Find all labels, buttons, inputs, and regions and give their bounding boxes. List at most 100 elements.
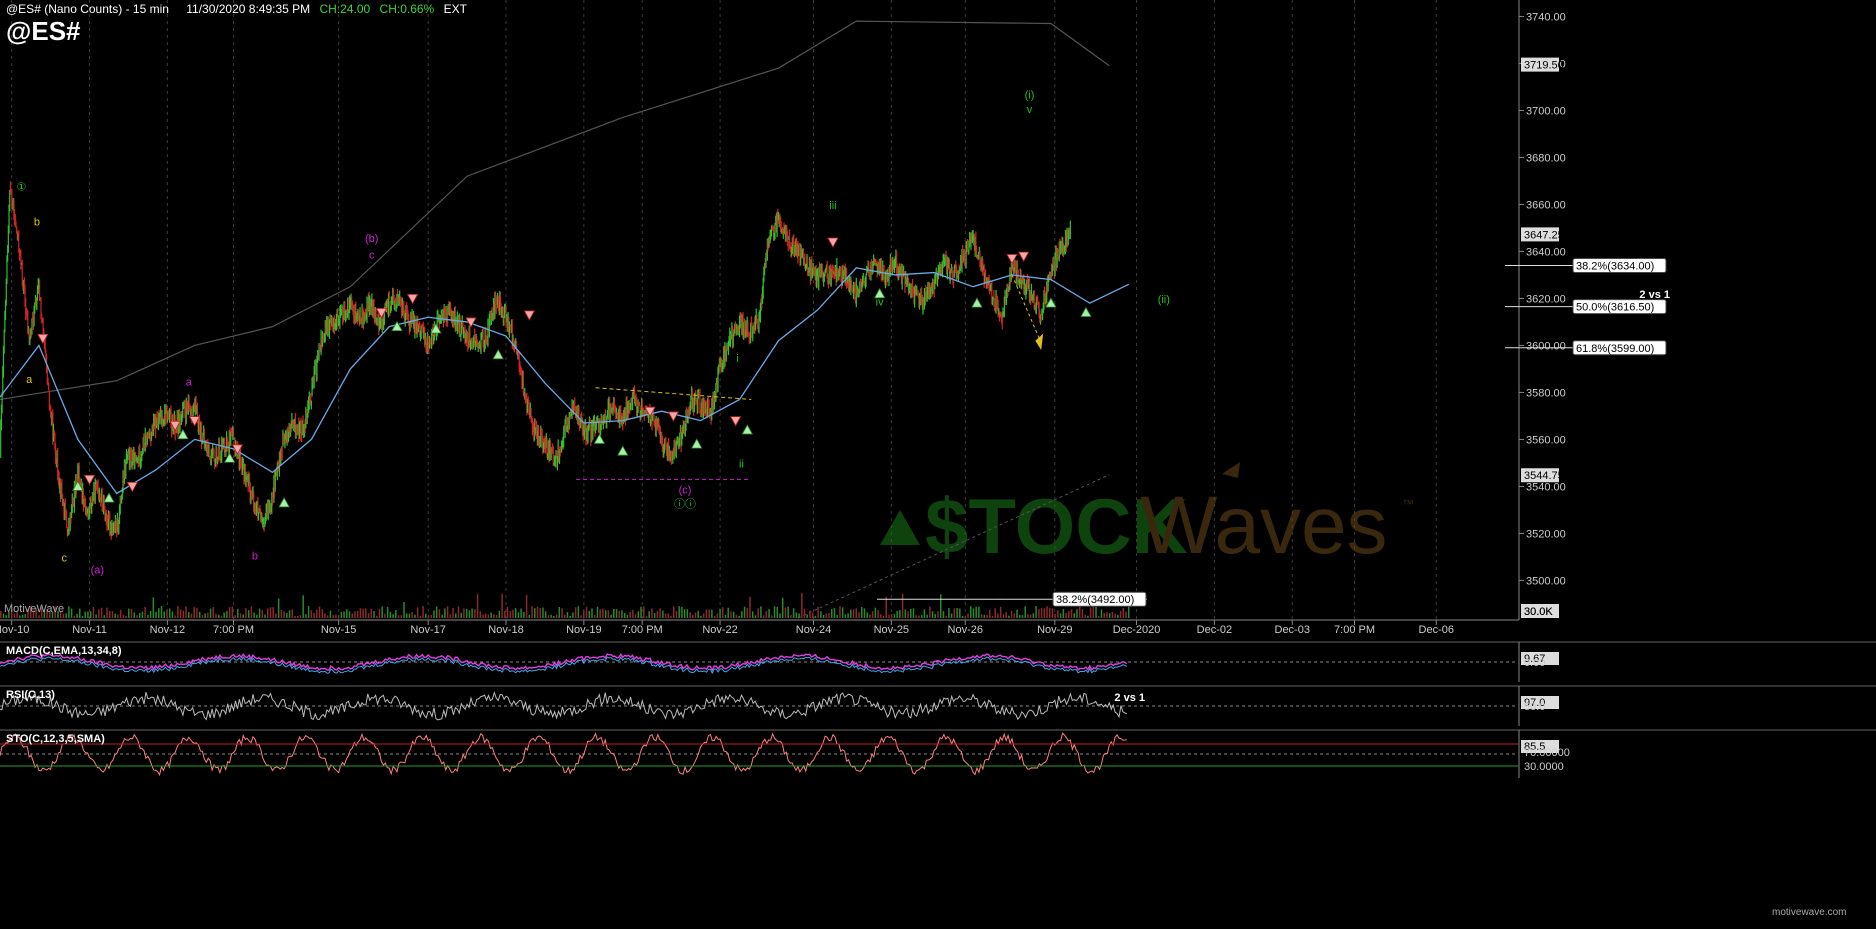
- volume-bar: [108, 611, 111, 618]
- volume-bar: [1111, 611, 1114, 618]
- session-label: EXT: [443, 2, 467, 16]
- change-value: CH:24.00: [319, 2, 371, 16]
- sell-triangle-icon: [83, 474, 96, 486]
- symbol-label: @ES#: [6, 16, 81, 46]
- volume-bar: [471, 608, 473, 618]
- ma-line: [0, 267, 1130, 495]
- volume-bar: [817, 606, 819, 618]
- volume-bar: [602, 608, 604, 618]
- volume-bar: [1043, 608, 1046, 618]
- logo-waves-arrow-icon: [1222, 462, 1240, 478]
- volume-bar: [781, 597, 784, 618]
- volume-bar: [228, 607, 231, 618]
- volume-bar: [1076, 609, 1078, 618]
- price-chart[interactable]: 3500.00 3520.00 3540.00 3560.00 3580.00 3600.…: [0, 0, 1876, 924]
- wave-label: (i): [1025, 90, 1035, 102]
- volume-bar: [351, 613, 353, 618]
- volume-bar: [280, 609, 283, 618]
- volume-bar: [1089, 607, 1092, 618]
- volume-bar: [294, 615, 296, 618]
- volume-bar: [585, 606, 588, 618]
- volume-bar: [506, 606, 509, 618]
- volume-bar: [457, 606, 460, 618]
- volume-bar: [743, 606, 746, 618]
- volume-bar: [885, 596, 887, 618]
- volume-bar: [599, 609, 601, 618]
- volume-bar: [348, 611, 351, 618]
- volume-bar: [773, 606, 776, 618]
- volume-bar: [212, 606, 215, 618]
- volume-bar: [316, 609, 318, 618]
- buy-triangle-icon: [741, 424, 754, 435]
- volume-bar: [656, 611, 659, 618]
- volume-bar: [727, 607, 729, 618]
- volume-bar: [463, 608, 465, 618]
- volume-bar: [959, 608, 961, 618]
- volume-bar: [267, 608, 269, 618]
- volume-bar: [692, 614, 694, 618]
- indicator-axis-label: 30.0000: [1524, 761, 1564, 773]
- volume-bar: [904, 609, 907, 618]
- volume-bar: [455, 613, 457, 618]
- time-tick-label: Nov-10: [0, 624, 29, 636]
- volume-bar: [787, 606, 789, 618]
- volume-bar: [258, 608, 261, 618]
- volume-bar: [555, 614, 558, 618]
- volume-bar: [198, 611, 201, 618]
- volume-bar: [934, 614, 937, 618]
- volume-bar: [953, 608, 956, 618]
- volume-bar: [476, 594, 479, 618]
- volume-bar: [613, 608, 615, 618]
- volume-bar: [569, 615, 571, 618]
- volume-bar: [670, 615, 672, 618]
- volume-bar: [896, 610, 898, 618]
- volume-bar: [662, 610, 664, 618]
- volume-bar: [65, 613, 67, 618]
- time-tick-label: 7:00 PM: [622, 624, 663, 636]
- time-tick-label: Nov-29: [1037, 624, 1072, 636]
- volume-bar: [768, 609, 770, 618]
- wave-label: (c): [679, 484, 692, 496]
- volume-bar: [182, 610, 185, 618]
- price-tick-label: 3600.00: [1526, 340, 1566, 352]
- time-tick-label: Nov-25: [874, 624, 909, 636]
- volume-bar: [138, 612, 141, 618]
- volume-bar: [637, 611, 640, 618]
- volume-bar: [593, 615, 596, 618]
- volume-bar: [901, 593, 904, 618]
- volume-bar: [651, 608, 653, 618]
- volume-bar: [801, 592, 803, 618]
- volume-bar: [397, 615, 400, 618]
- volume-bar: [187, 612, 190, 618]
- volume-bar: [741, 611, 743, 618]
- price-tick-label: 3740.00: [1526, 11, 1566, 23]
- volume-bar: [275, 613, 277, 618]
- price-tick-label: 3520.00: [1526, 528, 1566, 540]
- volume-bar: [915, 615, 917, 618]
- volume-bar: [504, 610, 506, 618]
- volume-bar: [460, 612, 462, 618]
- volume-bar: [610, 614, 612, 618]
- volume-bar: [19, 615, 21, 618]
- volume-bar: [732, 611, 735, 618]
- time-tick-label: Nov-24: [796, 624, 831, 636]
- volume-bar: [1087, 615, 1089, 618]
- signal-markers: [37, 237, 1092, 508]
- volume-bar: [942, 611, 945, 618]
- projection-arrow-icon: [1035, 333, 1044, 351]
- chart-stage[interactable]: 3500.00 3520.00 3540.00 3560.00 3580.00 3600.…: [0, 0, 1876, 924]
- volume-bar: [381, 606, 383, 618]
- volume-bar: [626, 615, 629, 618]
- volume-bar: [929, 606, 931, 618]
- volume-bar: [948, 608, 950, 618]
- volume-bar: [193, 606, 195, 618]
- fib-title: 2 vs 1: [1114, 692, 1145, 704]
- volume-bar: [724, 614, 727, 618]
- volume-bar: [574, 607, 577, 618]
- volume-bar: [253, 612, 255, 618]
- volume-bar: [863, 608, 866, 618]
- volume-bar: [111, 611, 114, 618]
- volume-bar: [337, 614, 340, 618]
- volume-bar: [621, 610, 623, 618]
- volume-bar: [359, 608, 362, 618]
